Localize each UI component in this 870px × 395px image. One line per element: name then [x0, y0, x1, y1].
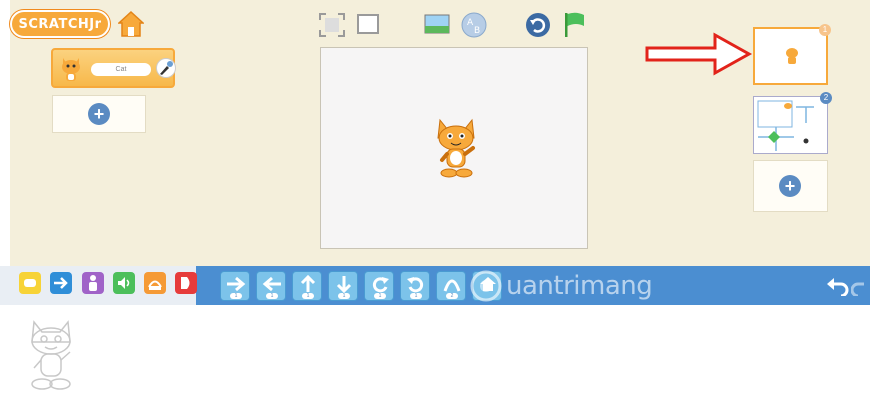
sprite-name-field[interactable]: Cat: [91, 63, 151, 76]
looks-category-tab[interactable]: [82, 272, 104, 294]
sound-icon: [118, 277, 130, 289]
scratchjr-logo: SCRATCHJr: [10, 10, 110, 38]
page-number-badge: 2: [820, 92, 832, 104]
hop-block[interactable]: 2: [436, 271, 466, 301]
stage[interactable]: [320, 47, 588, 249]
block-count[interactable]: 1: [410, 293, 422, 299]
plus-icon: +: [88, 103, 110, 125]
plus-icon: +: [779, 175, 801, 197]
page-thumbnail-1[interactable]: 1: [753, 24, 831, 85]
move-left-icon: [262, 276, 281, 292]
move-up-icon: [300, 275, 316, 292]
redo-button[interactable]: [850, 276, 870, 301]
trigger-icon: [24, 279, 36, 287]
watermark-logo-icon: [470, 270, 502, 301]
redo-icon: [850, 282, 864, 298]
block-count[interactable]: 2: [446, 293, 458, 299]
cat-sprite-thumbnail: [786, 48, 798, 64]
page-2-preview: [757, 100, 814, 151]
scripts-area[interactable]: [0, 305, 870, 395]
turn-right-icon: [372, 277, 389, 293]
block-count[interactable]: 1: [230, 293, 242, 299]
grid-icon[interactable]: [357, 14, 379, 39]
sprite-card-cat[interactable]: Cat: [51, 48, 176, 88]
move-up-block[interactable]: 1: [292, 271, 322, 301]
add-text-icon[interactable]: AB: [461, 12, 487, 43]
move-down-icon: [336, 276, 352, 293]
left-edge: [0, 0, 10, 266]
control-icon: [148, 280, 162, 290]
turn-left-icon: [407, 277, 424, 293]
watermark-text: uantrimang: [506, 270, 653, 301]
svg-text:B: B: [474, 26, 480, 36]
block-count[interactable]: 1: [338, 293, 350, 299]
motion-category-tab[interactable]: [50, 272, 72, 294]
add-page-button[interactable]: +: [753, 160, 828, 212]
move-right-block[interactable]: 1: [220, 271, 250, 301]
paint-brush-icon[interactable]: [156, 58, 176, 78]
move-left-block[interactable]: 1: [256, 271, 286, 301]
block-count[interactable]: 1: [374, 293, 386, 299]
move-down-block[interactable]: 1: [328, 271, 358, 301]
add-sprite-button[interactable]: +: [52, 95, 146, 133]
hop-icon: [443, 279, 461, 292]
undo-icon: [827, 278, 849, 298]
block-count[interactable]: 1: [266, 293, 278, 299]
trigger-category-tab[interactable]: [19, 272, 41, 294]
block-count[interactable]: 1: [302, 293, 314, 299]
motion-icon: [54, 277, 68, 289]
move-right-icon: [227, 276, 246, 292]
sprite-watermark-cat: [31, 320, 71, 390]
end-icon: [181, 277, 190, 289]
page-number-badge: 1: [819, 24, 831, 36]
scratchjr-app: SCRATCHJr Cat + AB 1 2 + 1 1 1 1 1 1 2 u…: [0, 0, 870, 395]
watermark: uantrimang: [470, 266, 653, 305]
turn-right-block[interactable]: 1: [364, 271, 394, 301]
sound-category-tab[interactable]: [113, 272, 135, 294]
annotation-arrow: [645, 32, 753, 76]
green-flag-icon[interactable]: [562, 11, 588, 44]
looks-icon: [89, 275, 97, 291]
home-icon[interactable]: [117, 10, 145, 38]
page-thumbnail-2[interactable]: 2: [753, 92, 832, 154]
cat-sprite-thumbnail: [62, 58, 80, 81]
logo-text: SCRATCHJr: [18, 16, 102, 32]
turn-left-block[interactable]: 1: [400, 271, 430, 301]
reset-characters-icon[interactable]: [525, 12, 551, 43]
cat-character[interactable]: [434, 118, 478, 180]
undo-button[interactable]: [826, 276, 850, 301]
control-category-tab[interactable]: [144, 272, 166, 294]
full-screen-icon[interactable]: [318, 12, 346, 43]
change-background-icon[interactable]: [424, 14, 450, 39]
svg-text:A: A: [467, 18, 474, 28]
end-category-tab[interactable]: [175, 272, 197, 294]
